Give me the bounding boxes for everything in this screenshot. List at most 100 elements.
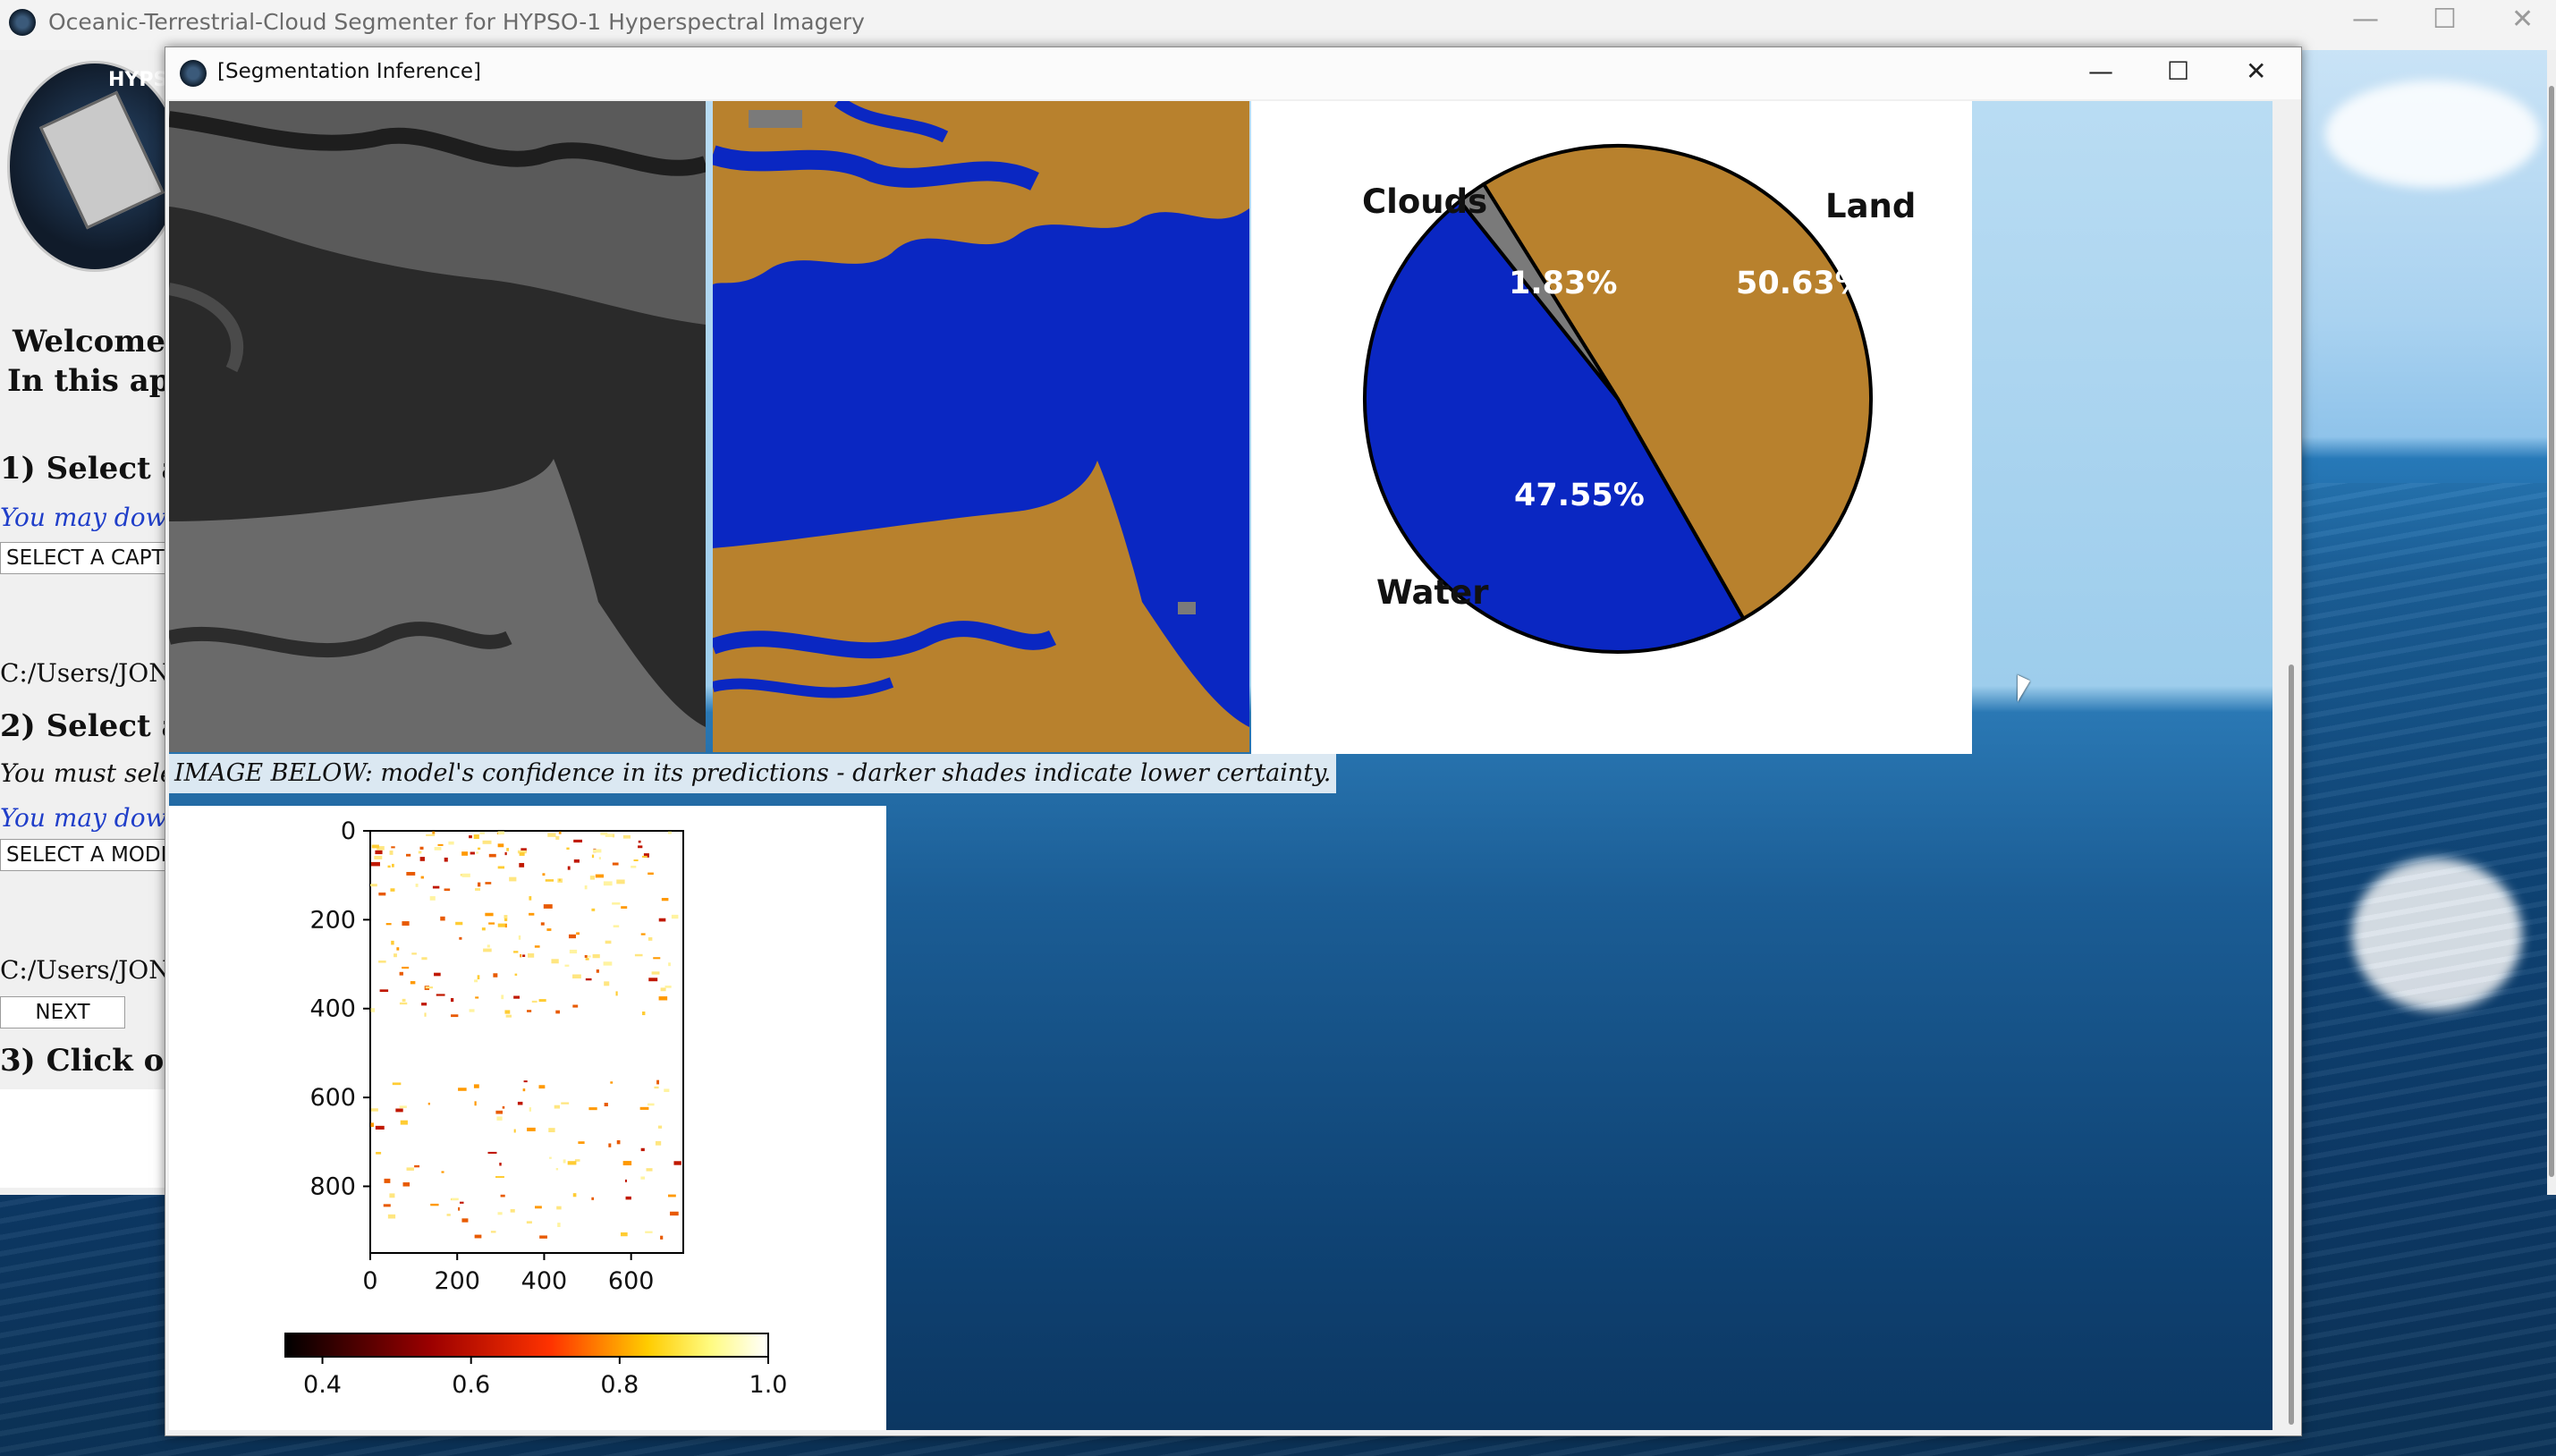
main-window-body: HYPSO Welcome In this app 1) Select a Yo… [0, 50, 170, 1195]
heatmap-cell [434, 972, 441, 977]
heatmap-cell [399, 971, 403, 976]
colorbar [284, 1333, 769, 1358]
inference-scrollbar-thumb[interactable] [2289, 665, 2294, 1425]
step2-download-link[interactable]: You may dow [0, 803, 167, 833]
heatmap-cell [474, 1101, 477, 1106]
heatmap-cell [656, 1079, 660, 1085]
heatmap-cell [370, 1108, 378, 1112]
step1-download-link[interactable]: You may dow [0, 503, 167, 532]
heatmap-cell [410, 981, 416, 985]
heatmap-cell [485, 912, 494, 917]
heatmap-cell [497, 843, 504, 848]
heatmap-cell [383, 1204, 391, 1207]
heatmap-cell [419, 846, 424, 850]
heatmap-cell [621, 906, 628, 909]
heatmap-cell [497, 866, 505, 869]
heatmap-cell [576, 932, 580, 935]
heatmap-cell [527, 1127, 536, 1131]
logo-text: HYPSO [108, 69, 170, 91]
heatmap-cell [502, 1105, 505, 1109]
heatmap-cell [661, 897, 669, 902]
heatmap-cell [640, 1176, 646, 1180]
inference-window-title: [Segmentation Inference] [217, 60, 481, 83]
heatmap-cell [499, 1163, 502, 1166]
heatmap-cell [647, 872, 654, 876]
heatmap-cell [610, 1081, 614, 1084]
inference-title-bar[interactable]: [Segmentation Inference] — ☐ ✕ [165, 47, 2301, 99]
heatmap-cell [556, 1206, 562, 1210]
segmentation-map-image [713, 101, 1249, 752]
heatmap-cell [651, 971, 660, 975]
heatmap-cell [531, 1000, 537, 1003]
heatmap-cell [495, 1176, 504, 1179]
heatmap-cell [641, 855, 647, 858]
heatmap-cell [504, 918, 508, 921]
minimize-icon[interactable]: — [2088, 56, 2113, 86]
heatmap-cell [673, 1161, 681, 1165]
step2-heading: 2) Select a [0, 708, 170, 744]
heatmap-cell [640, 1147, 645, 1152]
heatmap-cell [461, 851, 469, 856]
heatmap-cell [514, 973, 518, 976]
heatmap-cell [481, 927, 486, 931]
heatmap-cell [459, 1201, 464, 1204]
heatmap-cell [561, 1102, 570, 1105]
heatmap-cell [645, 1231, 653, 1233]
maximize-icon[interactable]: ☐ [2167, 56, 2189, 86]
x-tick-label: 0 [362, 1267, 377, 1295]
select-model-button[interactable]: SELECT A MODEL [0, 839, 170, 871]
heatmap-cell [376, 1151, 382, 1155]
heatmap-cell [504, 851, 507, 856]
next-button[interactable]: NEXT [0, 996, 125, 1029]
heatmap-cell [592, 953, 600, 959]
inference-scrollbar[interactable] [2287, 101, 2296, 1430]
x-tick-label: 600 [608, 1267, 655, 1295]
heatmap-cell [415, 884, 419, 887]
pie-label-land: Land [1825, 187, 1916, 225]
app-icon [9, 9, 36, 36]
heatmap-cell [555, 1168, 559, 1171]
heatmap-cell [476, 851, 478, 854]
y-tick-label: 600 [309, 1084, 356, 1112]
heatmap-cell [391, 863, 394, 868]
intro-heading: In this app [7, 363, 170, 399]
heatmap-cell [519, 862, 525, 868]
heatmap-cell [504, 1010, 511, 1014]
main-scrollbar-thumb[interactable] [2549, 86, 2554, 1177]
heatmap-cell [538, 999, 546, 1003]
heatmap-cell [604, 981, 610, 986]
heatmap-cell [528, 952, 535, 958]
close-icon[interactable]: ✕ [2246, 56, 2266, 86]
heatmap-cell [490, 1231, 496, 1233]
heatmap-cell [549, 1156, 552, 1159]
heatmap-cell [658, 918, 666, 922]
main-scrollbar[interactable] [2547, 50, 2556, 1195]
heatmap-cell [604, 1103, 608, 1107]
heatmap-cell [421, 1003, 427, 1006]
select-capture-button[interactable]: SELECT A CAPTU [0, 542, 170, 574]
maximize-icon[interactable]: ☐ [2433, 4, 2457, 35]
heatmap-cell [437, 843, 444, 846]
heatmap-cell [378, 892, 386, 896]
heatmap-cell [387, 1214, 396, 1219]
colorbar-tick-label: 0.6 [452, 1371, 490, 1399]
heatmap-cell [639, 1106, 649, 1110]
confidence-caption: IMAGE BELOW: model's confidence in its p… [169, 754, 1337, 793]
main-title-bar[interactable]: Oceanic-Terrestrial-Cloud Segmenter for … [0, 0, 2556, 50]
heatmap-cell [473, 1084, 479, 1088]
heatmap-cell [392, 1082, 402, 1086]
heatmap-cell [551, 959, 559, 964]
minimize-icon[interactable]: — [2352, 4, 2379, 35]
heatmap-cell [479, 832, 485, 834]
close-icon[interactable]: ✕ [2511, 4, 2534, 35]
heatmap-cell [638, 840, 641, 843]
heatmap-cell [538, 1085, 546, 1089]
heatmap-cell [469, 835, 472, 839]
heatmap-cell [506, 848, 509, 851]
heatmap-cell [419, 857, 425, 861]
heatmap-cell [385, 923, 392, 926]
heatmap-cell [513, 951, 519, 953]
heatmap-cell [461, 873, 470, 877]
heatmap-cell [548, 1128, 555, 1132]
heatmap-cell [572, 974, 581, 979]
